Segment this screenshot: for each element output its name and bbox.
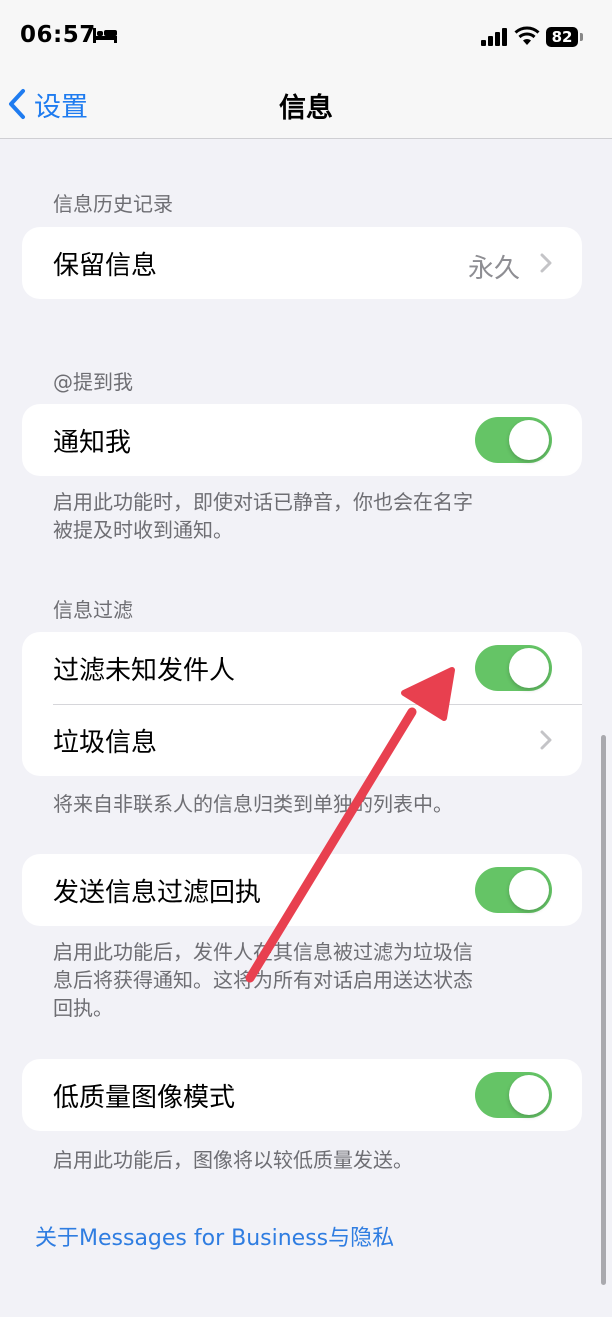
toggle-knob bbox=[509, 870, 549, 910]
business-privacy-link[interactable]: 关于Messages for Business与隐私 bbox=[35, 1220, 394, 1252]
battery-cap bbox=[580, 33, 583, 41]
receipts-footer: 启用此功能后，发件人在其信息被过滤为垃圾信 息后将获得通知。这将为所有对话启用送… bbox=[53, 938, 553, 1022]
sleep-focus-icon bbox=[93, 28, 117, 43]
footer-line: 启用此功能时，即使对话已静音，你也会在名字 bbox=[53, 490, 473, 514]
keep-messages-value: 永久 bbox=[467, 254, 520, 284]
mentions-card: 通知我 bbox=[22, 404, 582, 476]
filter-unknown-senders-toggle[interactable] bbox=[475, 645, 552, 691]
filter-unknown-senders-row: 过滤未知发件人 bbox=[22, 632, 582, 704]
low-quality-toggle[interactable] bbox=[475, 1072, 552, 1118]
low-quality-footer: 启用此功能后，图像将以较低质量发送。 bbox=[53, 1148, 413, 1172]
keep-messages-row[interactable]: 保留信息 永久 bbox=[22, 227, 582, 299]
cellular-signal-icon bbox=[481, 28, 507, 46]
filter-receipts-label: 发送信息过滤回执 bbox=[53, 877, 262, 908]
toggle-knob bbox=[509, 1075, 549, 1115]
low-quality-row: 低质量图像模式 bbox=[22, 1059, 582, 1131]
section-header-mentions: @提到我 bbox=[53, 370, 133, 394]
mentions-footer: 启用此功能时，即使对话已静音，你也会在名字 被提及时收到通知。 bbox=[53, 488, 553, 544]
footer-line: 回执。 bbox=[53, 996, 113, 1020]
keep-messages-label: 保留信息 bbox=[53, 250, 158, 281]
status-time: 06:57 bbox=[20, 22, 96, 48]
navigation-bar: 设置 信息 bbox=[0, 72, 612, 139]
filter-unknown-senders-label: 过滤未知发件人 bbox=[53, 655, 236, 686]
filter-receipts-toggle[interactable] bbox=[475, 867, 552, 913]
filtering-card: 过滤未知发件人 垃圾信息 bbox=[22, 632, 582, 776]
notify-me-label: 通知我 bbox=[53, 427, 132, 458]
filtering-footer: 将来自非联系人的信息归类到单独的列表中。 bbox=[53, 792, 453, 816]
notify-me-row: 通知我 bbox=[22, 404, 582, 476]
chevron-right-icon bbox=[540, 253, 552, 273]
section-header-history: 信息历史记录 bbox=[53, 192, 173, 216]
scrollbar[interactable] bbox=[601, 735, 606, 1285]
battery-indicator: 82 bbox=[546, 27, 578, 47]
status-bar: 06:57 82 bbox=[0, 0, 612, 72]
history-card: 保留信息 永久 bbox=[22, 227, 582, 299]
page-title: 信息 bbox=[279, 93, 333, 124]
footer-line: 息后将获得通知。这将为所有对话启用送达状态 bbox=[53, 968, 473, 992]
footer-line: 启用此功能后，发件人在其信息被过滤为垃圾信 bbox=[53, 940, 473, 964]
notify-me-toggle[interactable] bbox=[475, 417, 552, 463]
low-quality-card: 低质量图像模式 bbox=[22, 1059, 582, 1131]
chevron-right-icon bbox=[540, 730, 552, 750]
junk-row[interactable]: 垃圾信息 bbox=[22, 704, 582, 776]
filter-receipts-row: 发送信息过滤回执 bbox=[22, 854, 582, 926]
section-header-filtering: 信息过滤 bbox=[53, 598, 133, 622]
wifi-icon bbox=[514, 26, 540, 45]
footer-line: 被提及时收到通知。 bbox=[53, 518, 233, 542]
toggle-knob bbox=[509, 648, 549, 688]
receipts-card: 发送信息过滤回执 bbox=[22, 854, 582, 926]
toggle-knob bbox=[509, 420, 549, 460]
low-quality-label: 低质量图像模式 bbox=[53, 1082, 236, 1113]
junk-label: 垃圾信息 bbox=[53, 727, 158, 758]
